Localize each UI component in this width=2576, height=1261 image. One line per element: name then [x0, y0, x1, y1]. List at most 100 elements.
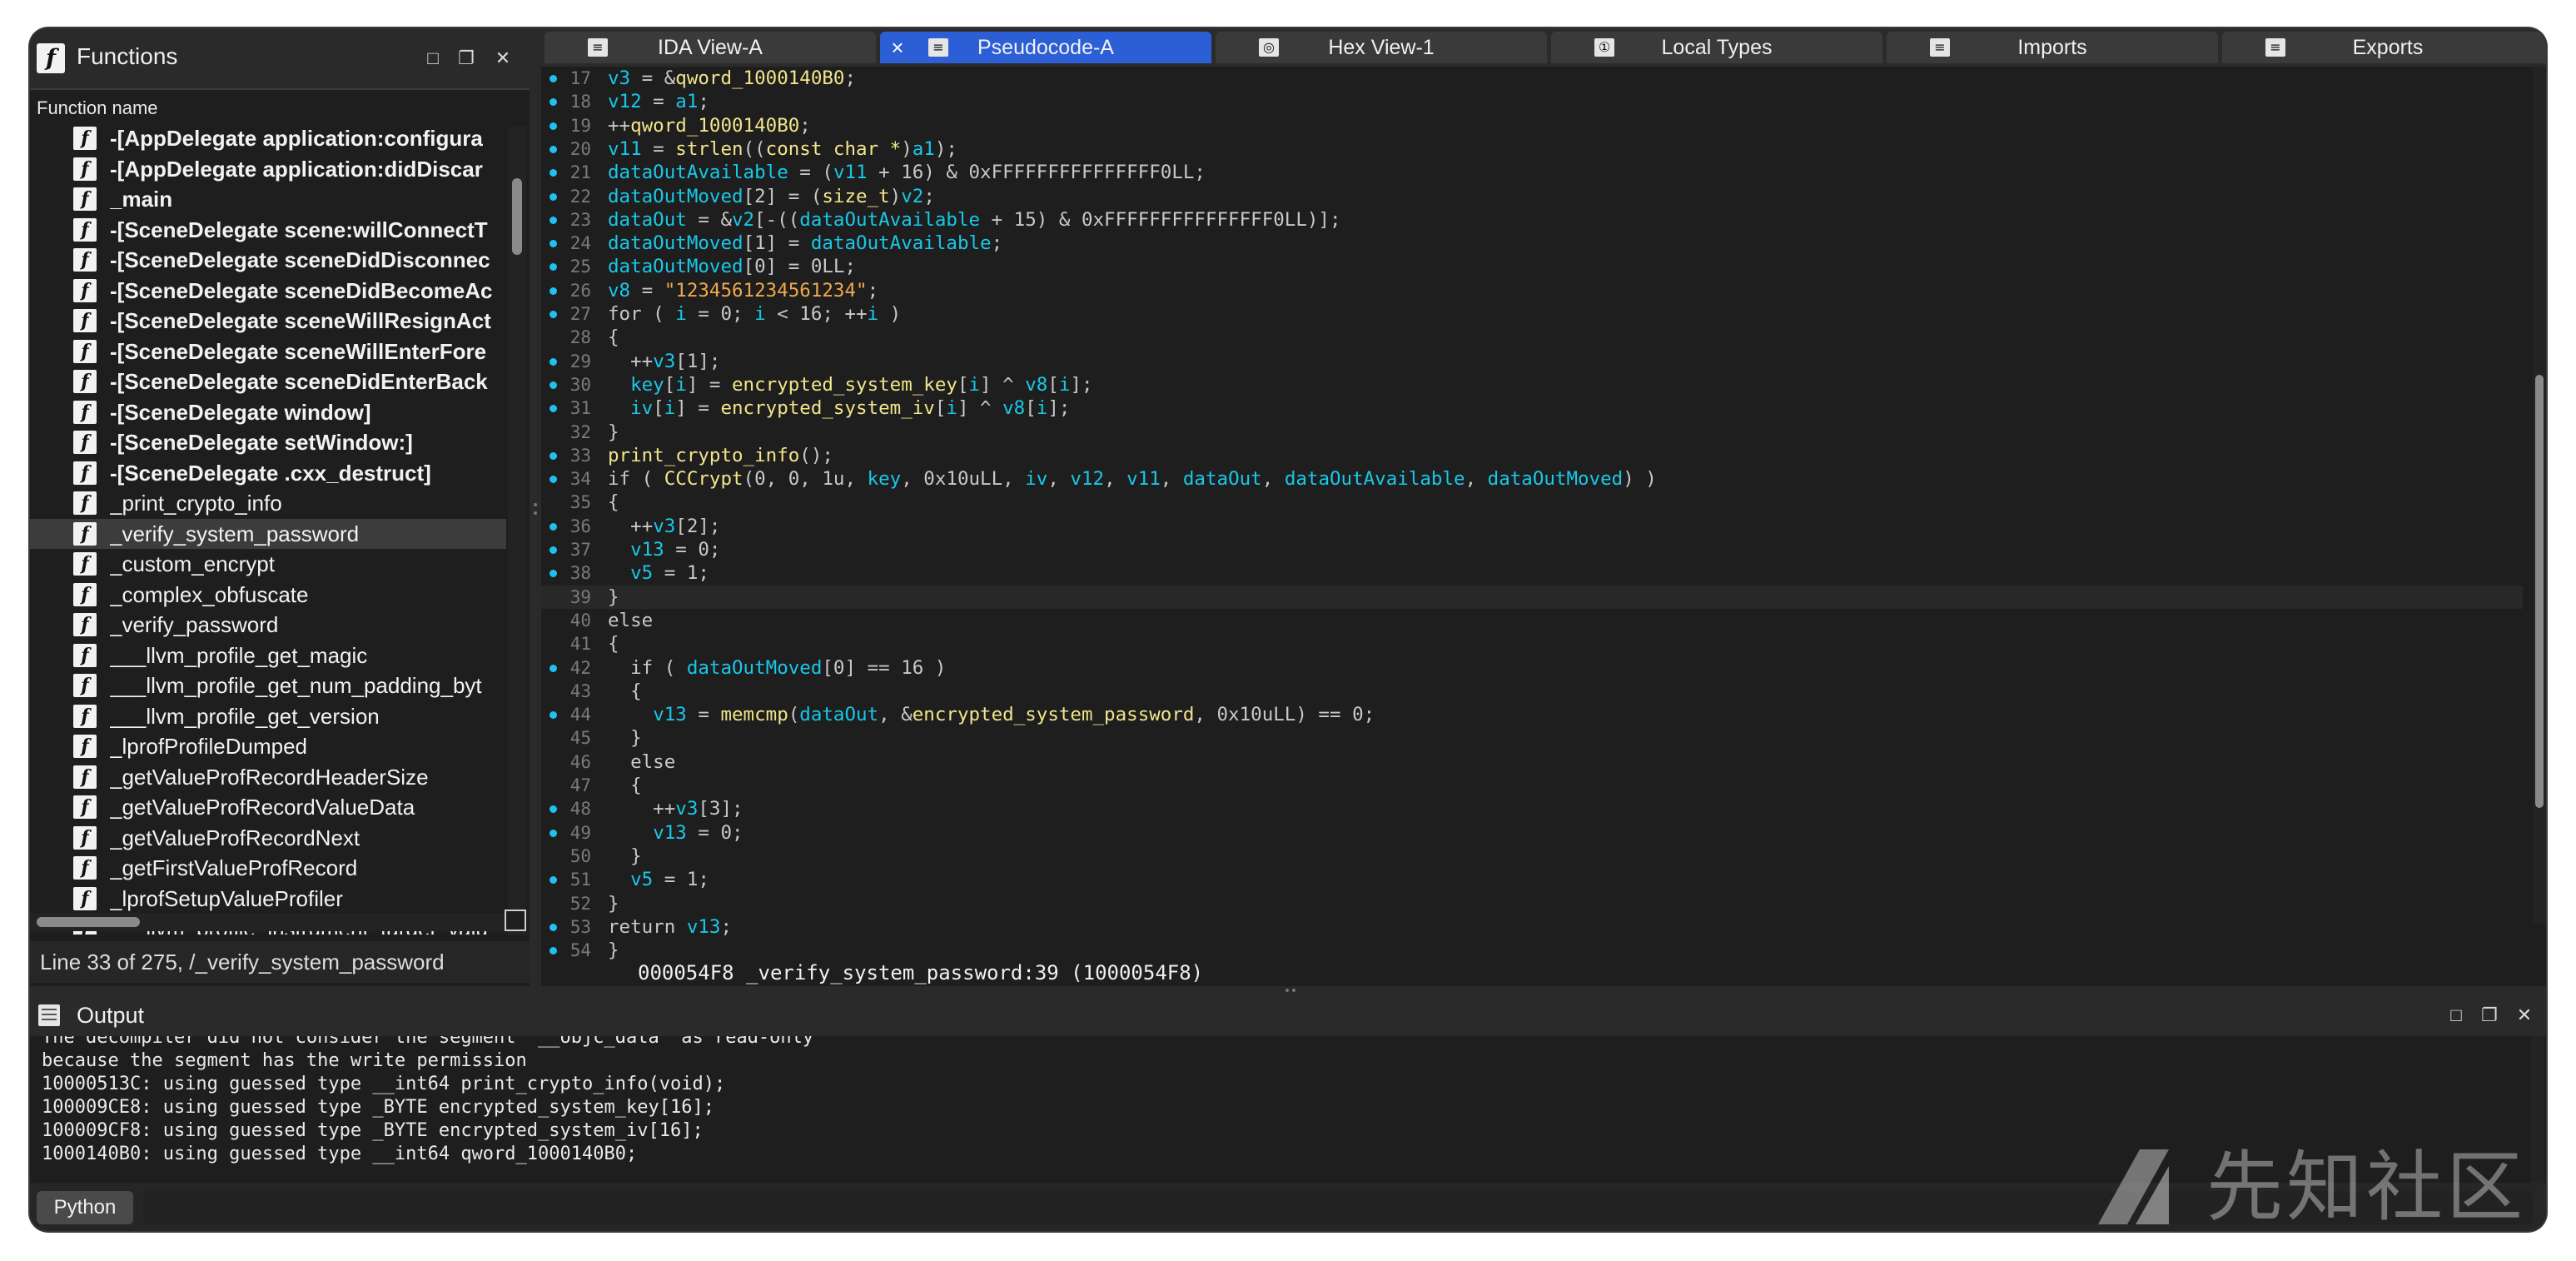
code-line[interactable]: 28 {: [541, 326, 2523, 349]
code-line[interactable]: 25 dataOutMoved[0] = 0LL;: [541, 255, 2523, 278]
breakpoint-dot-icon[interactable]: [550, 98, 557, 107]
code-token[interactable]: v8: [1002, 397, 1025, 419]
breakpoint-dot-icon[interactable]: [550, 923, 557, 931]
breakpoint-dot-icon[interactable]: [550, 216, 557, 224]
breakpoint-dot-icon[interactable]: [550, 405, 557, 413]
code-line[interactable]: 49 v13 = 0;: [541, 821, 2523, 845]
breakpoint-dot-icon[interactable]: [550, 169, 557, 177]
breakpoint-dot-icon[interactable]: [550, 287, 557, 295]
code-line[interactable]: 52}: [541, 892, 2523, 915]
breakpoint-dot-icon[interactable]: [550, 711, 557, 720]
code-token[interactable]: v12: [1070, 468, 1104, 490]
code-token[interactable]: a1: [675, 91, 698, 112]
code-line[interactable]: 33 print_crypto_info();: [541, 444, 2523, 467]
pseudocode-vertical-scrollbar[interactable]: [2533, 67, 2546, 925]
code-token[interactable]: i: [946, 397, 957, 419]
breakpoint-dot-icon[interactable]: [550, 829, 557, 837]
code-line[interactable]: 24 dataOutMoved[1] = dataOutAvailable;: [541, 232, 2523, 255]
code-line[interactable]: 17 v3 = &qword_1000140B0;: [541, 67, 2523, 90]
code-line[interactable]: 34 if ( CCCrypt(0, 0, 1u, key, 0x10uLL, i…: [541, 467, 2523, 491]
function-list-item[interactable]: f _lprofProfileDumped: [30, 731, 506, 761]
code-line[interactable]: 53 return v13;: [541, 915, 2523, 939]
function-list-item[interactable]: f -[SceneDelegate window]: [30, 397, 506, 427]
code-token[interactable]: v5: [630, 562, 653, 584]
breakpoint-dot-icon[interactable]: [550, 357, 557, 366]
code-token[interactable]: encrypted_system_key: [732, 374, 957, 396]
scrollbar-thumb[interactable]: [37, 917, 140, 927]
code-token[interactable]: CCCrypt: [664, 468, 743, 490]
breakpoint-dot-icon[interactable]: [550, 381, 557, 389]
breakpoint-dot-icon[interactable]: [550, 805, 557, 814]
code-line[interactable]: 46 else: [541, 750, 2523, 774]
function-list-item[interactable]: f _getValueProfRecordNext: [30, 823, 506, 853]
breakpoint-dot-icon[interactable]: [550, 546, 557, 554]
function-list-item[interactable]: f ___llvm_profile_get_num_padding_byt: [30, 670, 506, 700]
functions-list[interactable]: f -[AppDelegate application:configura f -[A…: [30, 127, 506, 935]
code-token[interactable]: memcmp: [720, 704, 788, 725]
function-list-item[interactable]: f -[SceneDelegate setWindow:]: [30, 427, 506, 457]
code-token[interactable]: v2: [732, 209, 754, 231]
code-line[interactable]: 47 {: [541, 774, 2523, 797]
code-line[interactable]: 40 else: [541, 609, 2523, 632]
function-list-item[interactable]: f ___llvm_profile_get_magic: [30, 640, 506, 670]
code-token[interactable]: i: [1059, 374, 1071, 396]
code-token[interactable]: v3: [653, 351, 675, 372]
code-token[interactable]: dataOutMoved: [608, 186, 743, 207]
code-line[interactable]: 43 {: [541, 680, 2523, 703]
code-token[interactable]: v5: [630, 869, 653, 890]
function-list-item[interactable]: f -[SceneDelegate scene:willConnectT: [30, 215, 506, 245]
code-token[interactable]: i: [675, 374, 687, 396]
scrollbar-thumb[interactable]: [512, 178, 522, 255]
code-token[interactable]: print_crypto_info: [608, 445, 799, 466]
code-line[interactable]: 38 v5 = 1;: [541, 561, 2523, 585]
code-line[interactable]: 48 ++v3[3];: [541, 797, 2523, 820]
code-token[interactable]: dataOutMoved: [687, 657, 823, 679]
code-line[interactable]: 32}: [541, 421, 2523, 444]
code-token[interactable]: dataOut: [608, 209, 687, 231]
code-token[interactable]: v8: [608, 280, 630, 302]
tab-local-types[interactable]: ① Local Types: [1551, 32, 1882, 63]
function-list-item[interactable]: f -[AppDelegate application:didDiscar: [30, 154, 506, 184]
breakpoint-dot-icon[interactable]: [550, 451, 557, 460]
code-line[interactable]: 27 for ( i = 0; i < 16; ++i ): [541, 302, 2523, 326]
tab-imports[interactable]: ≡ Imports: [1887, 32, 2218, 63]
tab-exports[interactable]: ≡ Exports: [2222, 32, 2546, 63]
code-token[interactable]: dataOutAvailable: [608, 162, 788, 183]
code-token[interactable]: dataOut: [799, 704, 878, 725]
function-list-item[interactable]: f _lprofSetupValueProfiler: [30, 884, 506, 914]
code-line[interactable]: 18 v12 = a1;: [541, 90, 2523, 113]
breakpoint-dot-icon[interactable]: [550, 476, 557, 484]
code-token[interactable]: encrypted_system_password: [913, 704, 1195, 725]
function-list-item[interactable]: f _getValueProfRecordHeaderSize: [30, 762, 506, 792]
code-token[interactable]: v13: [630, 539, 664, 561]
code-token[interactable]: v8: [1025, 374, 1047, 396]
breakpoint-dot-icon[interactable]: [550, 522, 557, 531]
code-line[interactable]: 36 ++v3[2];: [541, 515, 2523, 538]
breakpoint-dot-icon[interactable]: [550, 192, 557, 201]
code-token[interactable]: i: [868, 303, 879, 325]
code-token[interactable]: a1: [913, 138, 935, 160]
pseudocode-view[interactable]: 17 v3 = &qword_1000140B0; 18 v12 = a1; 19 ++q…: [541, 67, 2546, 961]
code-token[interactable]: qword_1000140B0: [675, 67, 844, 89]
code-token[interactable]: v11: [1126, 468, 1161, 490]
code-line[interactable]: 21 dataOutAvailable = (v11 + 16) & 0xFFFF…: [541, 161, 2523, 184]
tab-pseudocode-a[interactable]: × ≡ Pseudocode-A: [880, 32, 1211, 63]
code-token[interactable]: iv: [630, 397, 653, 419]
code-token[interactable]: dataOutMoved: [1488, 468, 1624, 490]
code-token[interactable]: key: [630, 374, 664, 396]
breakpoint-dot-icon[interactable]: [550, 263, 557, 272]
code-token[interactable]: v13: [653, 822, 687, 844]
close-icon[interactable]: ✕: [491, 47, 515, 70]
code-line[interactable]: 44 v13 = memcmp(dataOut, &encrypted_syst…: [541, 703, 2523, 726]
python-language-button[interactable]: Python: [37, 1191, 133, 1224]
function-list-item[interactable]: f ___llvm_profile_get_version: [30, 701, 506, 731]
breakpoint-dot-icon[interactable]: [550, 75, 557, 82]
breakpoint-dot-icon[interactable]: [550, 570, 557, 578]
code-token[interactable]: qword_1000140B0: [630, 115, 799, 137]
function-list-item[interactable]: f -[SceneDelegate .cxx_destruct]: [30, 458, 506, 488]
code-token[interactable]: v2: [901, 186, 923, 207]
code-line[interactable]: 29 ++v3[1];: [541, 350, 2523, 373]
code-token[interactable]: i: [675, 303, 687, 325]
horizontal-splitter[interactable]: [30, 986, 2546, 994]
code-line[interactable]: 42 if ( dataOutMoved[0] == 16 ): [541, 656, 2523, 680]
